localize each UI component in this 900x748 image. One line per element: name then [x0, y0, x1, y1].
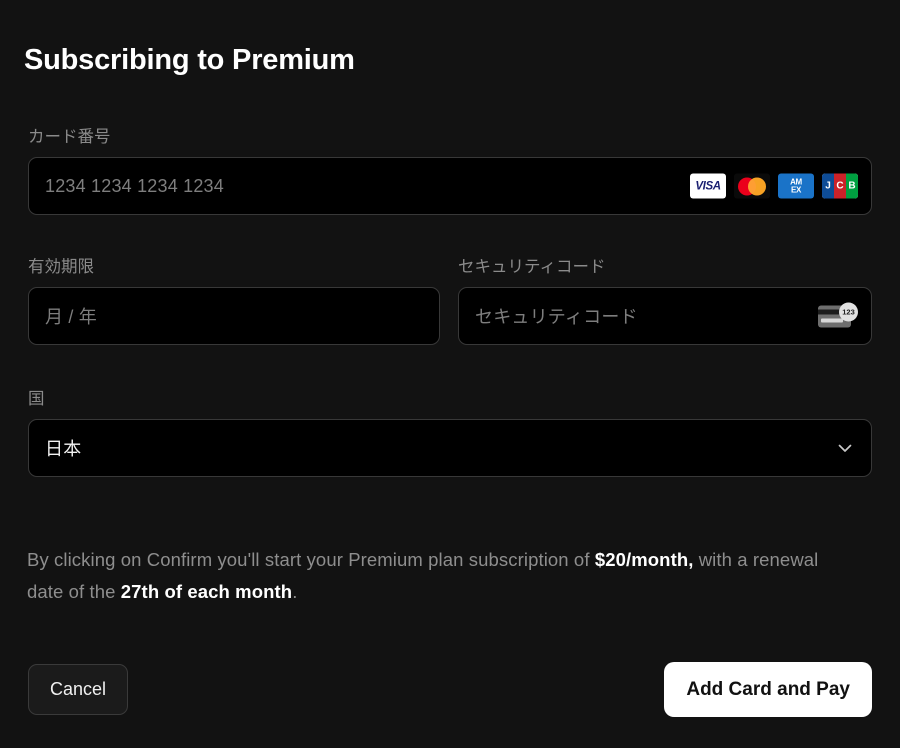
card-number-label: カード番号 [28, 128, 111, 146]
page-title: Subscribing to Premium [24, 44, 355, 76]
jcb-icon: J C B [822, 173, 858, 199]
amex-line-2: EX [790, 185, 802, 194]
country-selected-value: 日本 [45, 439, 82, 459]
disclaimer-amount: $20/month, [594, 549, 694, 570]
subscription-disclaimer: By clicking on Confirm you'll start your… [27, 544, 827, 608]
subscription-payment-dialog: Subscribing to Premium カード番号 1234 1234 1… [0, 0, 900, 748]
mastercard-circles [738, 177, 766, 195]
country-select[interactable]: 日本 [28, 419, 872, 477]
expiry-label: 有効期限 [28, 258, 94, 276]
expiry-field-group: 有効期限 月 / 年 [28, 256, 440, 345]
chevron-down-icon[interactable] [836, 439, 854, 457]
amex-icon: AM EX [778, 173, 814, 199]
card-brand-icons: VISA AM EX J C B [690, 173, 858, 199]
cvc-badge: 123 [839, 302, 858, 322]
mastercard-icon [734, 173, 770, 199]
disclaimer-part-3: . [292, 581, 298, 602]
disclaimer-renewal-date: 27th of each month [120, 581, 293, 602]
card-number-field-group: カード番号 1234 1234 1234 1234 VISA AM EX J C… [28, 126, 872, 215]
country-label: 国 [28, 390, 45, 408]
security-code-field-group: セキュリティコード セキュリティコード 123 [458, 256, 872, 345]
cancel-button[interactable]: Cancel [28, 664, 129, 715]
security-code-placeholder: セキュリティコード [475, 307, 638, 327]
cvc-card-icon: 123 [818, 302, 858, 330]
security-code-input[interactable]: セキュリティコード 123 [458, 287, 872, 345]
security-code-label: セキュリティコード [458, 258, 606, 276]
mastercard-orange-circle [748, 177, 766, 195]
country-field-group: 国 日本 [28, 388, 872, 477]
cvc-signature-line [821, 318, 843, 323]
card-number-input[interactable]: 1234 1234 1234 1234 VISA AM EX J C B [28, 157, 872, 215]
visa-icon-label: VISA [695, 180, 721, 192]
disclaimer-part-1: By clicking on Confirm you'll start your… [27, 549, 595, 570]
amex-icon-label: AM EX [790, 178, 802, 194]
jcb-segment-b: B [846, 173, 858, 199]
expiry-placeholder: 月 / 年 [45, 307, 98, 327]
visa-icon: VISA [690, 173, 726, 199]
add-card-and-pay-button[interactable]: Add Card and Pay [664, 662, 872, 717]
expiry-input[interactable]: 月 / 年 [28, 287, 440, 345]
jcb-segment-j: J [822, 173, 834, 199]
jcb-segment-c: C [834, 173, 846, 199]
